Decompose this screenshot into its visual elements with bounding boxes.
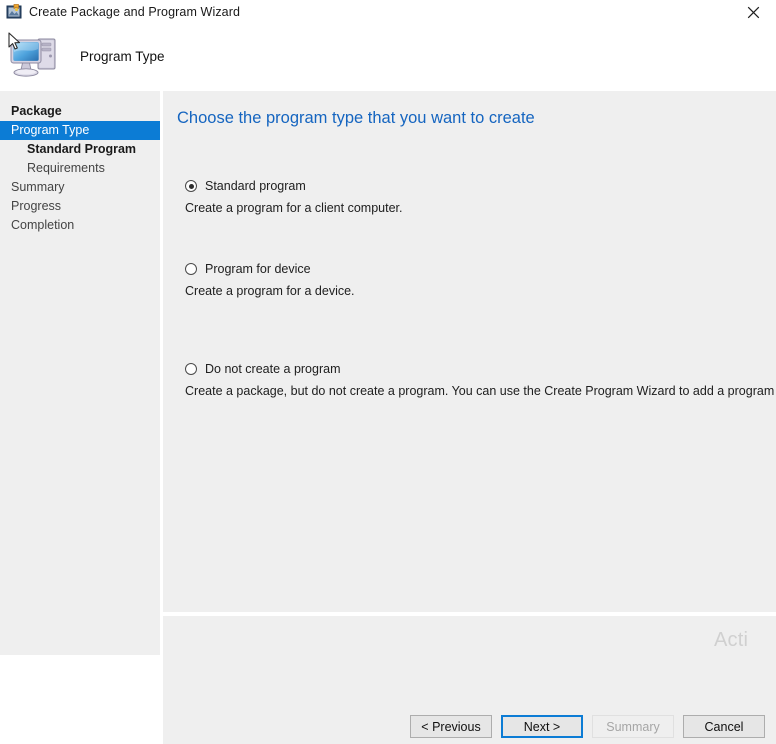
sidebar-item-package[interactable]: Package (0, 102, 160, 121)
wizard-footer: < Previous Next > Summary Cancel (163, 614, 776, 744)
option-description-standard-program: Create a program for a client computer. (185, 201, 403, 215)
previous-button[interactable]: < Previous (410, 715, 492, 738)
radio-program-for-device[interactable] (185, 263, 197, 275)
option-label-program-for-device[interactable]: Program for device (205, 262, 311, 276)
summary-button: Summary (592, 715, 674, 738)
content-heading: Choose the program type that you want to… (177, 109, 535, 127)
option-row-do-not-create-program[interactable]: Do not create a program (173, 361, 773, 377)
sidebar-item-requirements[interactable]: Requirements (0, 159, 160, 178)
next-button[interactable]: Next > (501, 715, 583, 738)
option-description-do-not-create-program: Create a package, but do not create a pr… (185, 384, 776, 398)
option-row-standard-program[interactable]: Standard program (173, 178, 773, 194)
sidebar-item-summary[interactable]: Summary (0, 178, 160, 197)
window-title: Create Package and Program Wizard (29, 5, 241, 19)
option-description-program-for-device: Create a program for a device. (185, 284, 355, 298)
sidebar-item-completion[interactable]: Completion (0, 216, 160, 235)
option-label-standard-program[interactable]: Standard program (205, 179, 306, 193)
option-standard-program: Standard program Create a program for a … (173, 178, 773, 215)
wizard-header: Program Type (0, 24, 776, 89)
computer-icon (6, 31, 64, 83)
wizard-window: Create Package and Program Wizard Progra… (0, 0, 776, 744)
sidebar-item-standard-program[interactable]: Standard Program (0, 140, 160, 159)
radio-do-not-create-program[interactable] (185, 363, 197, 375)
content-pane: Choose the program type that you want to… (163, 91, 776, 612)
radio-standard-program[interactable] (185, 180, 197, 192)
page-title: Program Type (80, 49, 165, 64)
footer-divider (163, 614, 776, 616)
sidebar-item-program-type[interactable]: Program Type (0, 121, 160, 140)
cancel-button[interactable]: Cancel (683, 715, 765, 738)
package-wizard-icon (6, 4, 22, 20)
option-label-do-not-create-program[interactable]: Do not create a program (205, 362, 341, 376)
wizard-step-nav: Package Program Type Standard Program Re… (0, 91, 160, 655)
title-bar: Create Package and Program Wizard (0, 0, 776, 24)
option-do-not-create-program: Do not create a program Create a package… (173, 361, 776, 398)
sidebar-item-progress[interactable]: Progress (0, 197, 160, 216)
option-program-for-device: Program for device Create a program for … (173, 261, 773, 298)
close-icon[interactable] (731, 0, 776, 24)
wizard-body: Package Program Type Standard Program Re… (0, 89, 776, 744)
option-row-program-for-device[interactable]: Program for device (173, 261, 773, 277)
footer-button-row: < Previous Next > Summary Cancel (410, 715, 765, 738)
